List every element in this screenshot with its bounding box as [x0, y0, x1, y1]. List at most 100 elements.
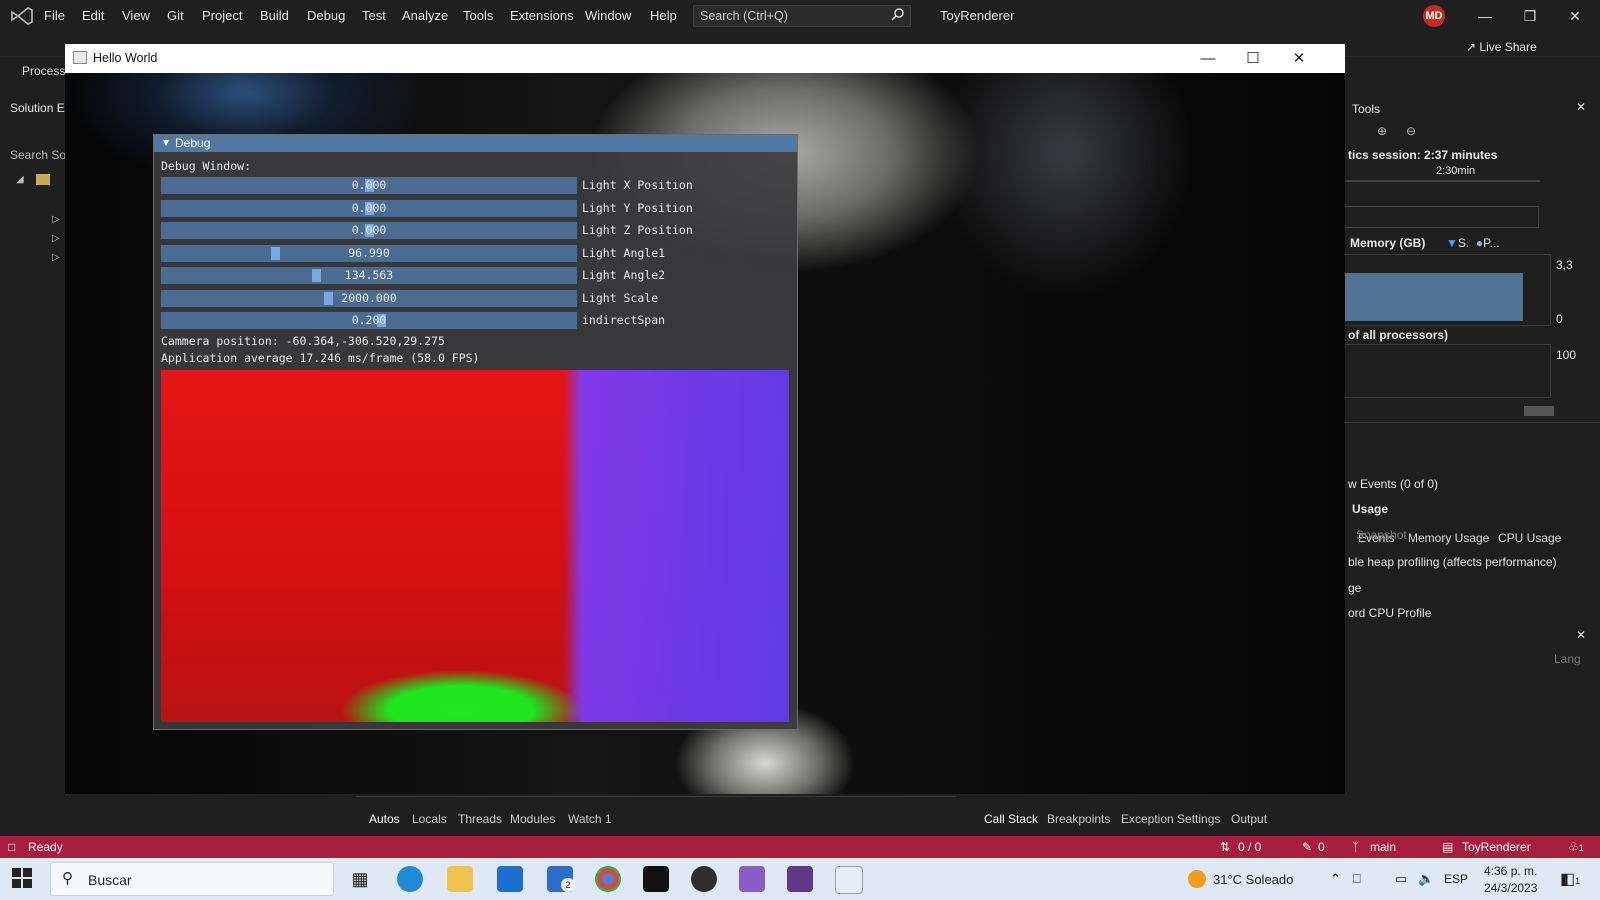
imgui-debug-window[interactable]: ▼ Debug Debug Window: 0.000 Light X Posi…: [153, 134, 798, 730]
tab-cpu-usage[interactable]: CPU Usage: [1498, 531, 1561, 545]
slider-value: 96.990: [348, 246, 390, 260]
slider-value: 134.563: [344, 268, 394, 282]
tab-exception-settings[interactable]: Exception Settings: [1121, 812, 1220, 826]
menu-debug[interactable]: Debug: [307, 8, 345, 23]
vs-minimize-button[interactable]: —: [1470, 4, 1500, 28]
terminal-icon[interactable]: [643, 866, 669, 892]
app-minimize-button[interactable]: —: [1188, 47, 1228, 71]
events-count[interactable]: w Events (0 of 0): [1348, 477, 1438, 491]
menu-git[interactable]: Git: [167, 8, 184, 23]
status-branch[interactable]: main: [1370, 840, 1396, 854]
app-maximize-button[interactable]: ☐: [1233, 47, 1273, 71]
slider-light-scale[interactable]: 2000.000: [161, 290, 577, 307]
collapse-arrow-icon[interactable]: ▼: [161, 135, 171, 152]
vs-menubar: File Edit View Git Project Build Debug T…: [0, 0, 1600, 32]
timeline-ruler: [1344, 180, 1540, 182]
live-share-button[interactable]: ↗ Live Share: [1466, 40, 1537, 54]
close-icon[interactable]: ✕: [1576, 100, 1586, 114]
tab-call-stack[interactable]: Call Stack: [984, 812, 1038, 826]
collapse-arrow-icon[interactable]: ▷: [52, 233, 60, 244]
obs-icon[interactable]: [691, 866, 717, 892]
notification-bell-icon[interactable]: ♧1: [1568, 840, 1584, 854]
tab-breakpoints[interactable]: Breakpoints: [1047, 812, 1110, 826]
chrome-icon[interactable]: [595, 866, 621, 892]
record-cpu-profile-button[interactable]: ord CPU Profile: [1348, 606, 1431, 620]
app-titlebar[interactable]: Hello World — ☐ ✕: [65, 44, 1345, 73]
vs-close-button[interactable]: ✕: [1560, 4, 1590, 28]
language-indicator[interactable]: ESP: [1444, 872, 1468, 886]
slider-indirect-span[interactable]: 0.200: [161, 312, 577, 329]
menu-analyze[interactable]: Analyze: [402, 8, 448, 23]
vs-console-icon[interactable]: [787, 866, 813, 892]
menu-extensions[interactable]: Extensions: [510, 8, 574, 23]
cpu-graph: [1344, 344, 1551, 398]
chevron-up-icon[interactable]: ⌃: [1330, 871, 1341, 887]
file-explorer-icon[interactable]: [447, 866, 473, 892]
vs-restore-button[interactable]: ❐: [1515, 4, 1545, 28]
menu-file[interactable]: File: [44, 8, 65, 23]
app-close-button[interactable]: ✕: [1279, 47, 1319, 71]
slider-light-angle1[interactable]: 96.990: [161, 245, 577, 262]
slider-light-angle2[interactable]: 134.563: [161, 267, 577, 284]
memory-graph-label: Memory (GB): [1350, 236, 1426, 250]
menu-project[interactable]: Project: [202, 8, 242, 23]
memory-min-value: 0: [1556, 312, 1563, 326]
heap-profiling-toggle[interactable]: ble heap profiling (affects performance): [1348, 555, 1557, 569]
weather-text[interactable]: 31°C Soleado: [1213, 872, 1293, 887]
status-changes[interactable]: 0 / 0: [1238, 840, 1261, 854]
weather-sun-icon: [1188, 870, 1206, 888]
slider-light-z[interactable]: 0.000: [161, 222, 577, 239]
solution-explorer-search[interactable]: Search Sol: [10, 148, 69, 162]
language-column-header: Lang: [1554, 652, 1581, 666]
slider-light-y[interactable]: 0.000: [161, 200, 577, 217]
menu-help[interactable]: Help: [650, 8, 677, 23]
menu-tools[interactable]: Tools: [463, 8, 493, 23]
menu-build[interactable]: Build: [260, 8, 289, 23]
zoom-in-icon[interactable]: ⊕: [1377, 124, 1387, 138]
collapse-arrow-icon[interactable]: ▷: [52, 252, 60, 263]
tab-watch1[interactable]: Watch 1: [568, 812, 612, 826]
memory-usage-heading: Usage: [1352, 502, 1389, 516]
tab-locals[interactable]: Locals: [412, 812, 447, 826]
slider-light-x[interactable]: 0.000: [161, 177, 577, 194]
status-repo[interactable]: ToyRenderer: [1462, 840, 1531, 854]
horizontal-scrollbar[interactable]: [1524, 406, 1554, 416]
tab-threads[interactable]: Threads: [458, 812, 502, 826]
network-icon[interactable]: ⎕: [1353, 871, 1361, 887]
visual-studio-icon[interactable]: [739, 866, 765, 892]
tab-memory-usage[interactable]: Memory Usage: [1408, 531, 1489, 545]
notification-center-icon[interactable]: ◧1: [1560, 869, 1580, 889]
volume-icon[interactable]: 🔈: [1418, 871, 1434, 887]
clock-time[interactable]: 4:36 p. m.: [1484, 864, 1537, 878]
slider-value: 2000.000: [341, 291, 397, 305]
imgui-titlebar[interactable]: ▼ Debug: [154, 135, 797, 152]
menu-test[interactable]: Test: [362, 8, 386, 23]
timeline-scrubber[interactable]: [1344, 206, 1539, 228]
close-icon[interactable]: ✕: [1576, 628, 1586, 642]
expand-arrow-icon[interactable]: ◢: [16, 174, 24, 185]
store-icon[interactable]: [497, 866, 523, 892]
edge-icon[interactable]: [397, 866, 423, 892]
status-bar: [0, 836, 1600, 858]
tab-modules[interactable]: Modules: [510, 812, 555, 826]
hello-world-app-icon[interactable]: [835, 866, 863, 894]
zoom-out-icon[interactable]: ⊖: [1406, 124, 1416, 138]
legend-triangle-icon: ▼: [1446, 236, 1458, 250]
search-icon: [891, 8, 904, 21]
menu-edit[interactable]: Edit: [82, 8, 104, 23]
task-view-icon[interactable]: ▦: [347, 866, 373, 892]
vs-search-box[interactable]: Search (Ctrl+Q): [693, 5, 911, 27]
menu-window[interactable]: Window: [585, 8, 631, 23]
tab-autos[interactable]: Autos: [369, 812, 400, 826]
user-avatar[interactable]: MD: [1423, 5, 1445, 27]
windows-start-icon[interactable]: [12, 868, 32, 888]
display-icon[interactable]: ▭: [1395, 871, 1407, 887]
take-snapshot-button[interactable]: Snapshot: [1356, 528, 1407, 542]
menu-view[interactable]: View: [122, 8, 150, 23]
tab-output[interactable]: Output: [1231, 812, 1267, 826]
status-ready: Ready: [28, 840, 63, 854]
clock-date[interactable]: 24/3/2023: [1484, 881, 1537, 895]
status-edits[interactable]: 0: [1318, 840, 1325, 854]
mail-icon[interactable]: 2: [547, 866, 575, 892]
collapse-arrow-icon[interactable]: ▷: [52, 214, 60, 225]
